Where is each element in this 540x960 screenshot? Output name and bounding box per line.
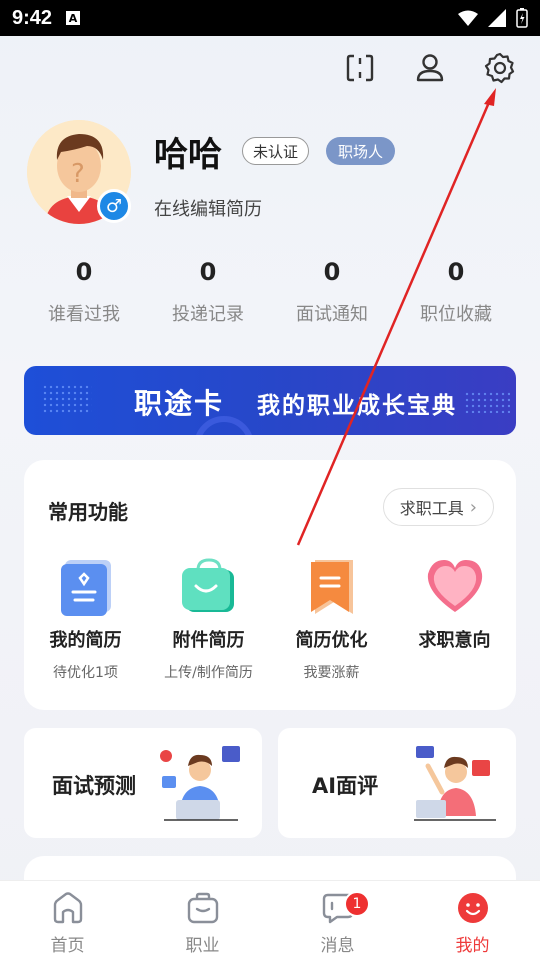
- stat-viewed-me[interactable]: 0 谁看过我: [22, 258, 146, 326]
- svg-text:?: ?: [71, 159, 85, 189]
- ai-review-person-icon: [414, 746, 496, 821]
- banner-decoration: [42, 384, 92, 414]
- banner-subtitle: 我的职业成长宝典: [257, 393, 457, 419]
- function-job-intention[interactable]: 求职意向: [393, 556, 516, 682]
- stat-value: 0: [75, 258, 93, 286]
- function-attachment-resume[interactable]: 附件简历 上传/制作简历: [147, 556, 270, 682]
- stat-applications[interactable]: 0 投递记录: [146, 258, 270, 326]
- function-name: 附件简历: [172, 630, 245, 651]
- job-tools-label: 求职工具: [399, 499, 464, 518]
- home-icon: [53, 892, 82, 924]
- message-count-badge: 1: [344, 891, 370, 917]
- function-sub: 我要涨薪: [303, 665, 360, 681]
- person-icon[interactable]: [414, 52, 446, 84]
- function-list: 我的简历 待优化1项 附件简历 上传/制作简历 简历优化 我要涨薪 求职意向: [24, 556, 516, 682]
- stats-row: 0 谁看过我 0 投递记录 0 面试通知 0 职位收藏: [22, 258, 518, 326]
- bookmark-icon: [310, 560, 353, 614]
- tab-mine[interactable]: 我的: [405, 881, 540, 960]
- role-badge: 职场人: [326, 137, 396, 165]
- wifi-icon: [458, 10, 478, 26]
- briefcase-icon: [187, 892, 218, 924]
- tab-home[interactable]: 首页: [0, 881, 135, 960]
- career-card-banner[interactable]: 职途卡 我的职业成长宝典: [24, 366, 516, 435]
- stat-label: 投递记录: [172, 304, 244, 325]
- tab-career[interactable]: 职业: [135, 881, 270, 960]
- function-sub: 待优化1项: [53, 665, 118, 681]
- gender-male-icon: ♂: [97, 189, 131, 223]
- top-actions: [344, 52, 516, 84]
- tab-label: 职业: [185, 936, 220, 956]
- status-right: [458, 8, 528, 28]
- battery-icon: [516, 8, 528, 28]
- user-name[interactable]: 哈哈: [154, 127, 222, 176]
- ai-interview-review-card[interactable]: AI面评: [278, 728, 516, 838]
- status-time: 9:42: [12, 6, 53, 29]
- function-name: 我的简历: [49, 630, 122, 651]
- common-functions-card: 常用功能 求职工具 › 我的简历 待优化1项 附件简历 上传/制作简历 简历优化…: [24, 460, 516, 710]
- status-bar: 9:42 A: [0, 0, 540, 36]
- section-title: 常用功能: [48, 500, 128, 524]
- stat-label: 谁看过我: [48, 304, 120, 325]
- profile-face-icon: [457, 893, 488, 923]
- banner-title: 职途卡: [134, 387, 225, 420]
- tab-label: 消息: [320, 936, 355, 956]
- bottom-tab-bar: 首页 职业 1 消息 我的: [0, 880, 540, 960]
- tab-label: 首页: [50, 936, 85, 956]
- job-tools-button[interactable]: 求职工具 ›: [382, 488, 494, 526]
- interview-prediction-card[interactable]: 面试预测: [24, 728, 262, 838]
- notification-icon: A: [66, 11, 81, 25]
- chevron-right-icon: ›: [469, 496, 477, 518]
- stat-favorites[interactable]: 0 职位收藏: [394, 258, 518, 326]
- function-my-resume[interactable]: 我的简历 待优化1项: [24, 556, 147, 682]
- tab-messages[interactable]: 1 消息: [270, 881, 405, 960]
- card-label: AI面评: [312, 774, 379, 798]
- attachment-bag-icon: [181, 558, 234, 612]
- function-resume-optimize[interactable]: 简历优化 我要涨薪: [270, 556, 393, 682]
- function-name: 求职意向: [418, 630, 491, 651]
- banner-decoration: [464, 391, 510, 413]
- settings-icon[interactable]: [484, 52, 516, 84]
- scan-icon[interactable]: [344, 52, 376, 84]
- interview-person-icon: [160, 746, 240, 821]
- signal-icon: [488, 9, 506, 27]
- stat-label: 职位收藏: [420, 304, 492, 325]
- card-label: 面试预测: [52, 774, 136, 798]
- stat-interviews[interactable]: 0 面试通知: [270, 258, 394, 326]
- tab-label: 我的: [455, 936, 490, 956]
- function-sub: 上传/制作简历: [164, 665, 253, 681]
- stat-value: 0: [447, 258, 465, 286]
- edit-resume-link[interactable]: 在线编辑简历: [154, 195, 262, 221]
- function-name: 简历优化: [295, 630, 368, 651]
- heart-icon: [427, 560, 482, 612]
- resume-icon: [60, 560, 111, 616]
- stat-value: 0: [323, 258, 341, 286]
- stat-label: 面试通知: [296, 304, 368, 325]
- verification-badge[interactable]: 未认证: [242, 137, 310, 165]
- stat-value: 0: [199, 258, 217, 286]
